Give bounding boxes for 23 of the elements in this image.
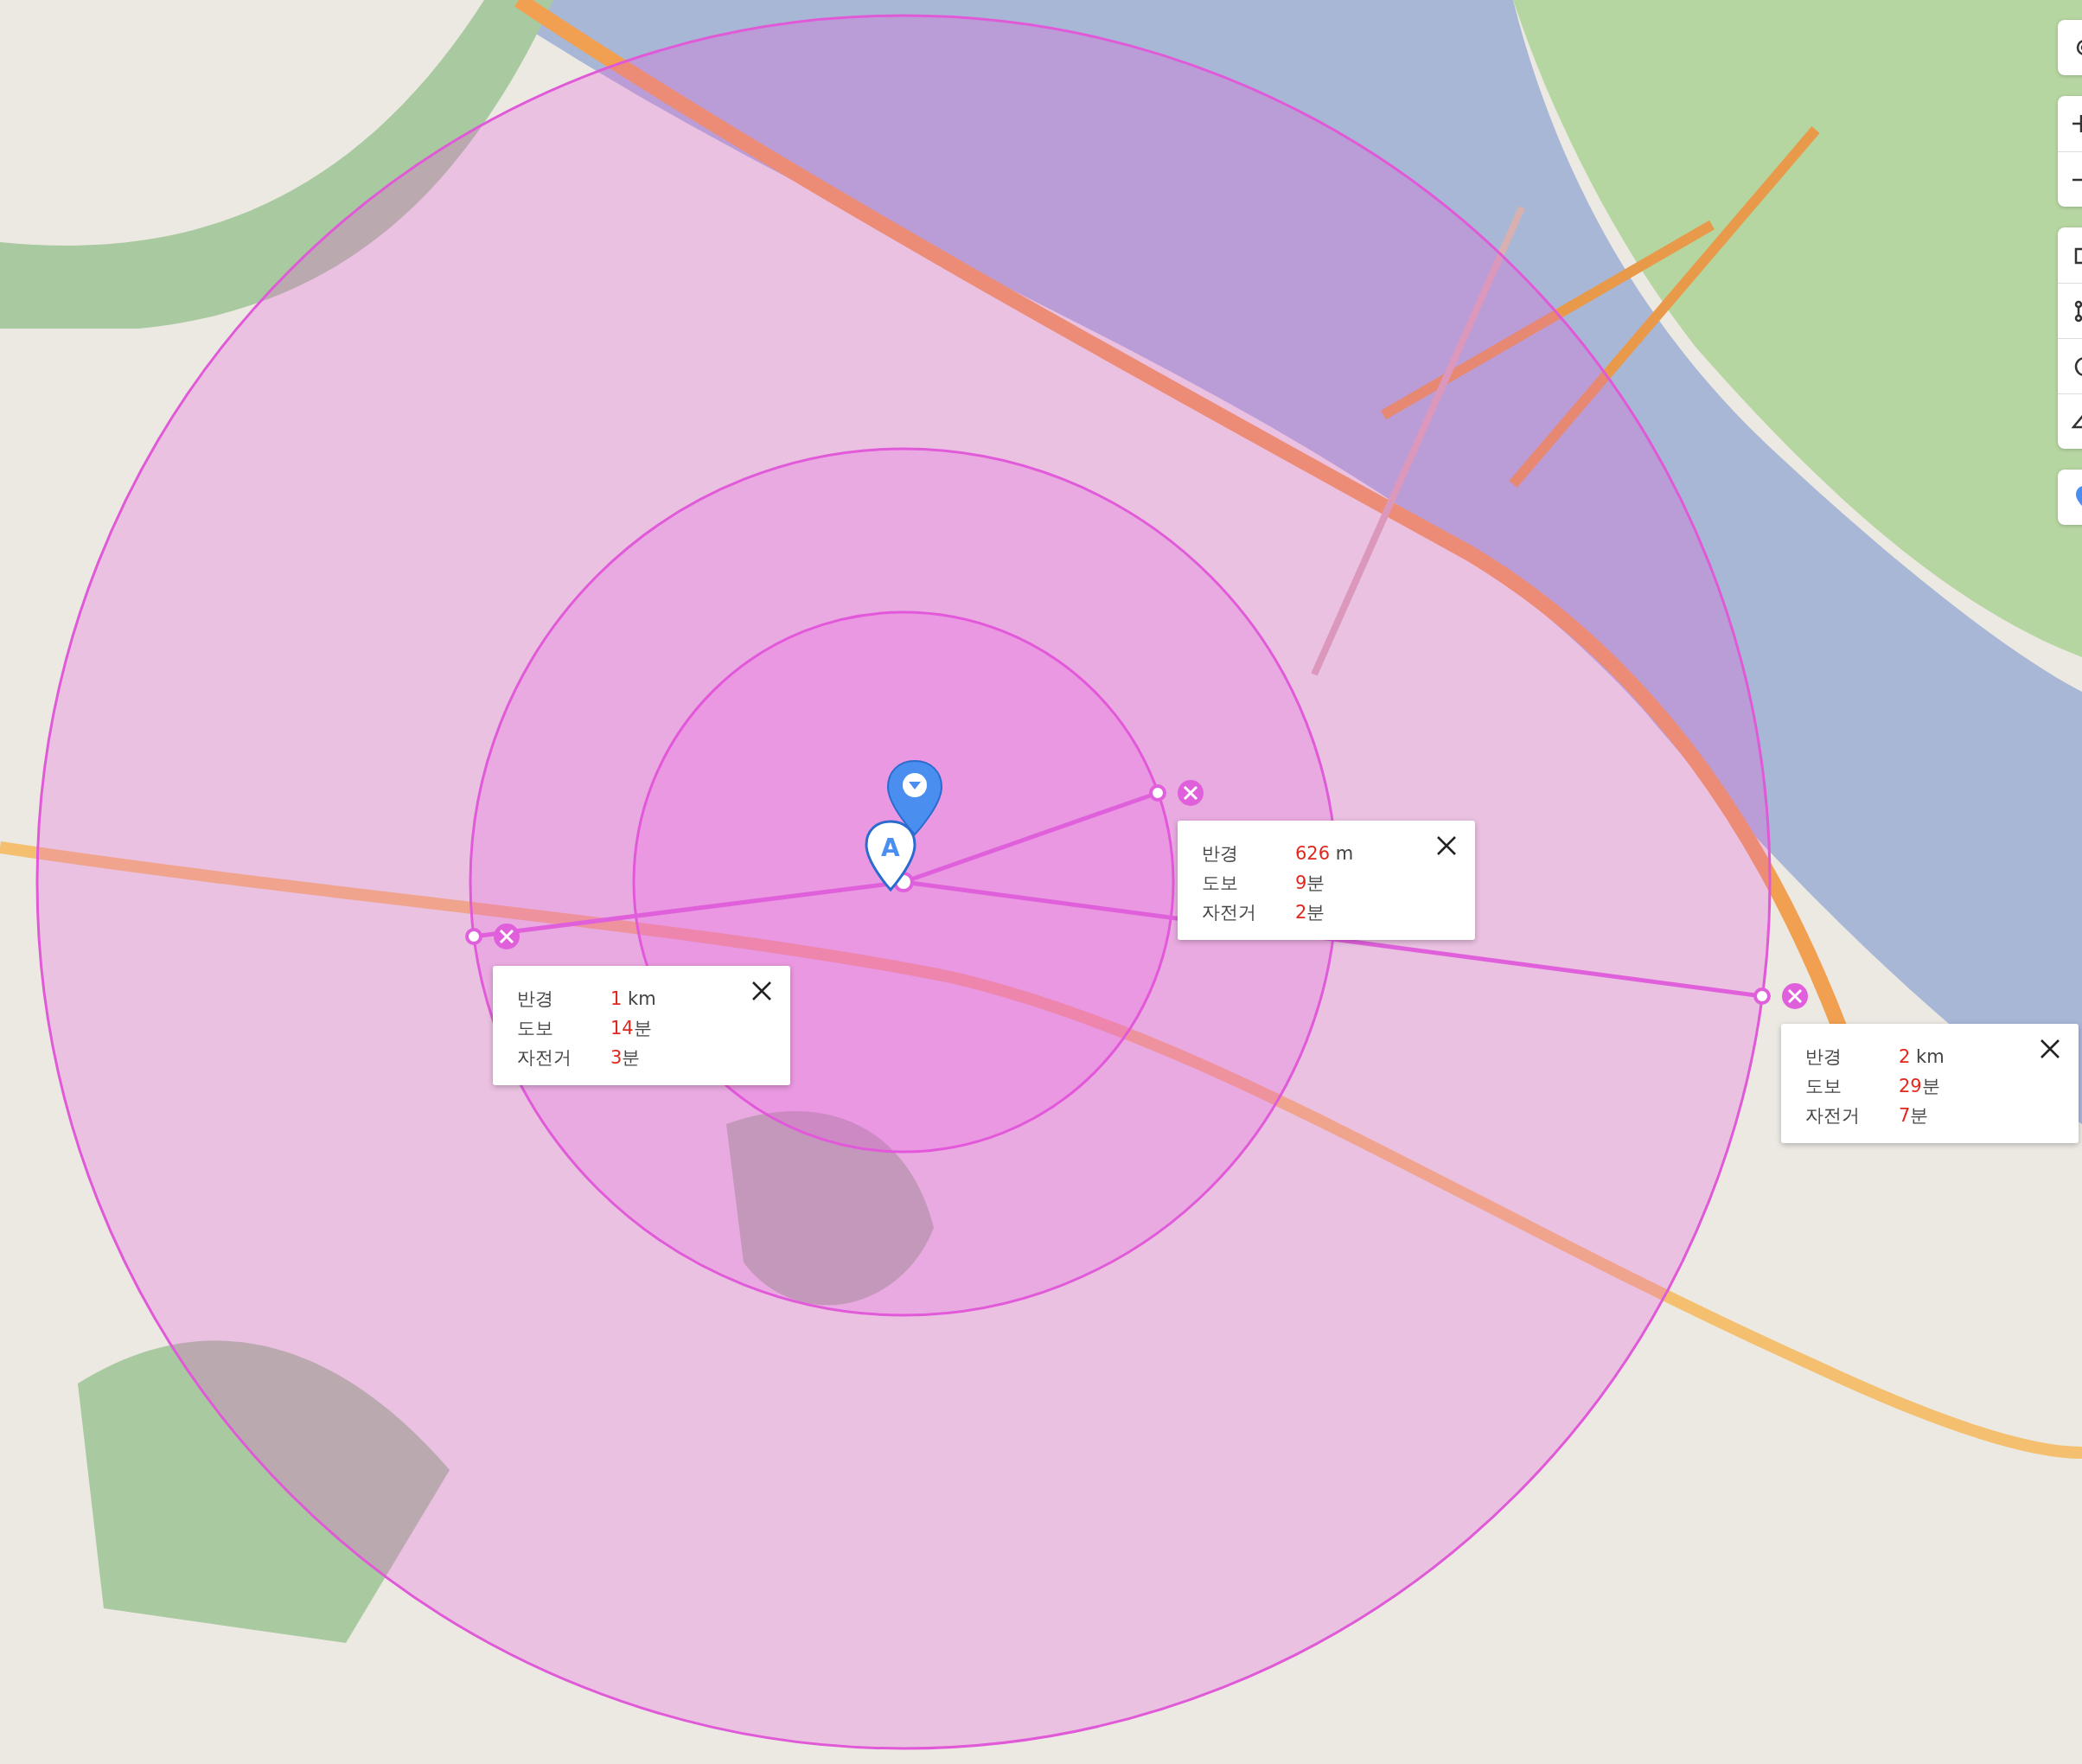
radius-value: 626 m xyxy=(1295,842,1355,866)
info-label: 도보 xyxy=(517,1017,554,1040)
info-label: 자전거 xyxy=(1805,1104,1861,1128)
info-label: 반경 xyxy=(1202,842,1239,866)
radius-value: 1 km xyxy=(610,987,657,1011)
delete-circle-button[interactable] xyxy=(1782,983,1808,1009)
delete-circle-button[interactable] xyxy=(1178,780,1204,806)
bike-time-value: 2분 xyxy=(1295,901,1326,924)
bike-time-value: 3분 xyxy=(610,1046,642,1070)
info-label: 도보 xyxy=(1805,1075,1843,1098)
location-pin-icon[interactable] xyxy=(887,760,942,835)
info-label: 자전거 xyxy=(517,1046,572,1070)
info-label: 자전거 xyxy=(1202,901,1257,924)
walk-time-value: 29분 xyxy=(1899,1075,1941,1098)
marker-pin[interactable]: A xyxy=(865,820,916,892)
radius-value: 2 km xyxy=(1899,1045,1945,1069)
info-label: 반경 xyxy=(1805,1045,1843,1069)
delete-circle-button[interactable] xyxy=(494,924,520,949)
info-label: 반경 xyxy=(517,987,554,1011)
bike-time-value: 7분 xyxy=(1899,1104,1930,1128)
info-label: 도보 xyxy=(1202,872,1239,895)
walk-time-value: 9분 xyxy=(1295,872,1326,895)
walk-time-value: 14분 xyxy=(610,1017,653,1040)
